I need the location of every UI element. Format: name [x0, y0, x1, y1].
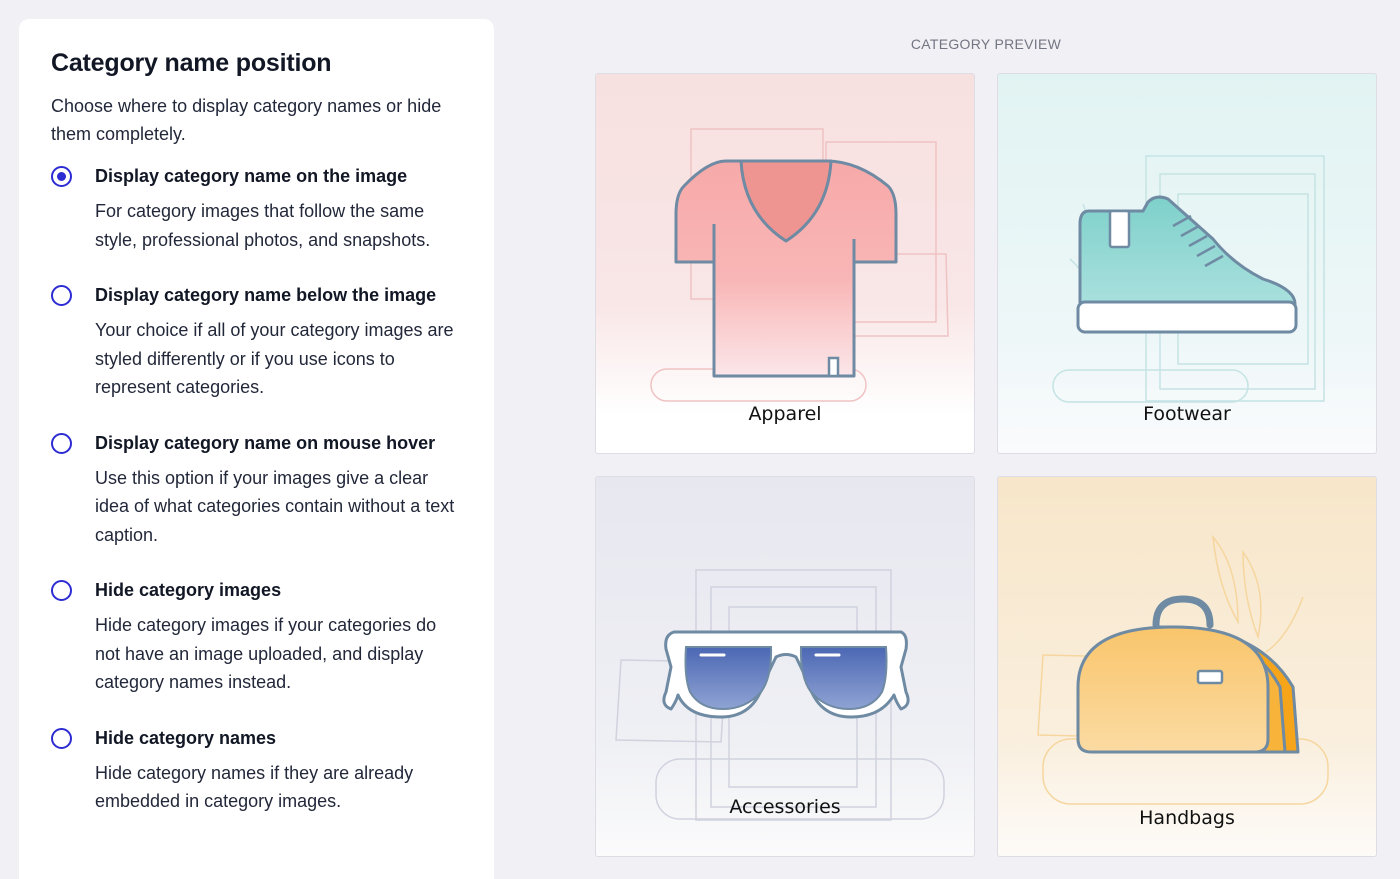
handbag-icon — [1037, 534, 1329, 805]
card-label-accessories: Accessories — [729, 796, 841, 818]
option-title: Display category name on mouse hover — [95, 432, 436, 453]
preview-label: CATEGORY PREVIEW — [910, 36, 1062, 52]
category-card-accessories[interactable]: Accessories — [595, 476, 975, 857]
option-description: Hide category images if your categories … — [95, 615, 437, 692]
card-label-footwear: Footwear — [1143, 403, 1231, 425]
radio-on-image[interactable] — [51, 166, 72, 187]
category-card-footwear[interactable]: Footwear — [997, 73, 1377, 454]
option-description: For category images that follow the same… — [95, 201, 431, 250]
option-title: Hide category images — [95, 580, 282, 600]
option-description: Hide category names if they are already … — [95, 762, 414, 812]
option-title: Display category name on the image — [95, 166, 408, 186]
category-card-handbags[interactable]: Handbags — [997, 476, 1377, 857]
card-label-handbags: Handbags — [1139, 807, 1235, 829]
option-description: Use this option if your images give a cl… — [95, 467, 455, 545]
option-hide-names[interactable]: Hide category names Hide category names … — [51, 727, 462, 816]
option-below-image[interactable]: Display category name below the image Yo… — [51, 284, 462, 402]
radio-below-image[interactable] — [51, 285, 72, 306]
option-hide-images[interactable]: Hide category images Hide category image… — [51, 579, 462, 697]
card-label-apparel: Apparel — [748, 403, 822, 425]
radio-hide-names[interactable] — [51, 727, 72, 749]
option-on-hover[interactable]: Display category name on mouse hover Use… — [51, 432, 462, 550]
option-on-image[interactable]: Display category name on the image For c… — [51, 165, 462, 254]
option-description: Your choice if all of your category imag… — [95, 320, 454, 397]
t-shirt-icon — [650, 128, 949, 402]
panel-title: Category name position — [51, 49, 332, 77]
category-card-apparel[interactable]: Apparel — [595, 73, 975, 454]
sneaker-icon — [1052, 155, 1325, 403]
settings-panel: Category name position Choose where to d… — [19, 19, 494, 879]
panel-description: Choose where to display category names o… — [51, 96, 442, 144]
option-title: Hide category names — [95, 727, 277, 748]
radio-on-hover[interactable] — [51, 432, 72, 454]
option-title: Display category name below the image — [95, 285, 437, 305]
radio-hide-images[interactable] — [51, 580, 72, 601]
